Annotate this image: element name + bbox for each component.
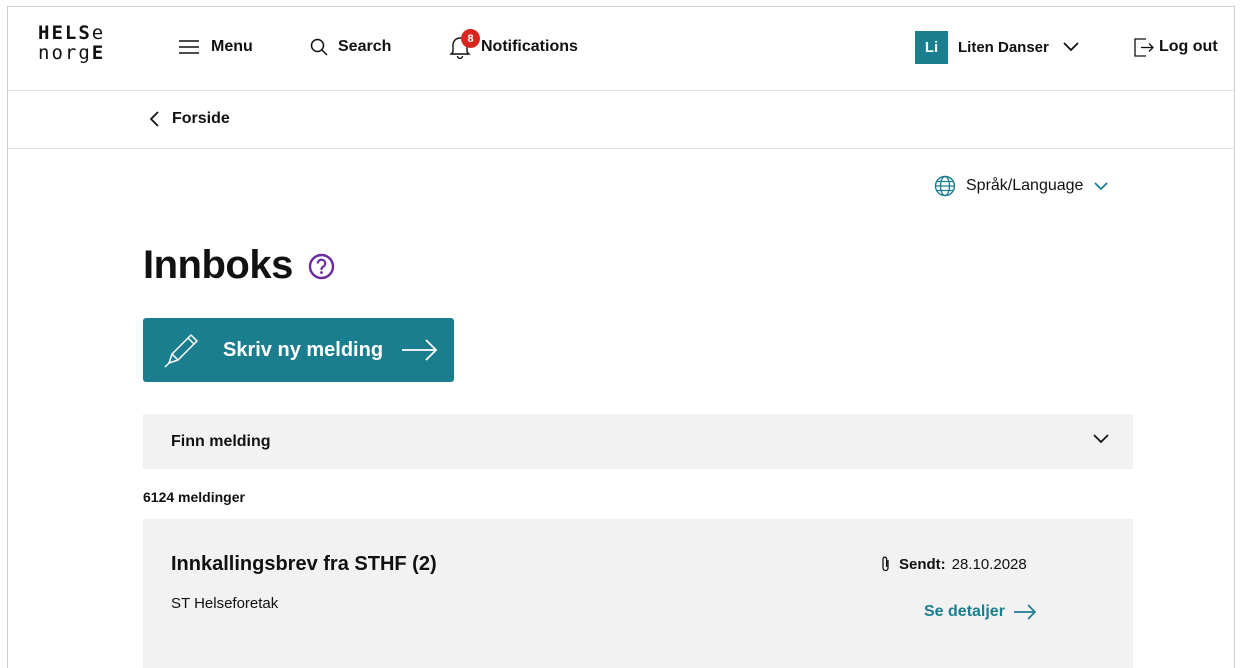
message-sender: ST Helseforetak bbox=[171, 595, 279, 612]
paperclip-icon bbox=[882, 556, 889, 572]
sent-date: 28.10.2028 bbox=[951, 555, 1027, 573]
logout-button[interactable]: Log out bbox=[1133, 35, 1218, 59]
breadcrumb: Forside bbox=[8, 92, 1234, 149]
find-message-label: Finn melding bbox=[171, 432, 271, 450]
help-icon bbox=[308, 253, 335, 280]
menu-button[interactable]: Menu bbox=[179, 35, 253, 59]
arrow-right-icon bbox=[402, 339, 438, 361]
notifications-badge: 8 bbox=[461, 29, 480, 48]
back-link-label: Forside bbox=[172, 110, 230, 127]
search-label: Search bbox=[338, 38, 392, 55]
menu-label: Menu bbox=[211, 38, 253, 55]
sent-label: Sendt: bbox=[899, 555, 946, 573]
chevron-down-icon bbox=[1063, 42, 1079, 52]
logout-label: Log out bbox=[1159, 38, 1218, 55]
compose-label: Skriv ny melding bbox=[223, 338, 384, 361]
globe-icon bbox=[934, 175, 956, 197]
see-details-link[interactable]: Se detaljer bbox=[924, 603, 1037, 621]
language-selector[interactable]: Språk/Language bbox=[934, 175, 1109, 197]
arrow-right-icon bbox=[1013, 604, 1037, 620]
user-name: Liten Danser bbox=[958, 38, 1049, 56]
message-subject[interactable]: Innkallingsbrev fra STHF (2) bbox=[171, 553, 437, 576]
notifications-button[interactable]: 8 Notifications bbox=[449, 29, 578, 59]
search-icon bbox=[310, 38, 328, 56]
message-card[interactable]: Innkallingsbrev fra STHF (2) ST Helsefor… bbox=[143, 519, 1133, 668]
hamburger-icon bbox=[179, 40, 199, 54]
message-count: 6124 meldinger bbox=[143, 489, 245, 505]
user-menu-button[interactable]: Li Liten Danser bbox=[915, 30, 1079, 64]
page-frame: HELSe norgE Menu Search 8 Notifications … bbox=[7, 6, 1235, 668]
helsenorge-logo[interactable]: HELSe norgE bbox=[38, 23, 105, 63]
see-details-label: Se detaljer bbox=[924, 603, 1005, 620]
page-title: Innboks bbox=[143, 243, 293, 287]
notifications-label: Notifications bbox=[481, 38, 578, 55]
compose-message-button[interactable]: Skriv ny melding bbox=[143, 318, 454, 382]
language-label: Språk/Language bbox=[966, 177, 1084, 194]
top-header: HELSe norgE Menu Search 8 Notifications … bbox=[8, 7, 1234, 91]
back-link[interactable]: Forside bbox=[150, 110, 230, 128]
message-sent-info: Sendt: 28.10.2028 bbox=[881, 555, 1027, 573]
chevron-down-icon bbox=[1094, 181, 1109, 190]
logout-icon bbox=[1134, 38, 1154, 57]
search-button[interactable]: Search bbox=[310, 35, 391, 59]
chevron-left-icon bbox=[150, 111, 159, 127]
avatar: Li bbox=[915, 30, 948, 64]
help-button[interactable] bbox=[308, 253, 335, 285]
find-message-expander[interactable]: Finn melding bbox=[143, 414, 1133, 469]
chevron-down-icon bbox=[1093, 434, 1109, 444]
pencil-icon bbox=[164, 334, 198, 368]
